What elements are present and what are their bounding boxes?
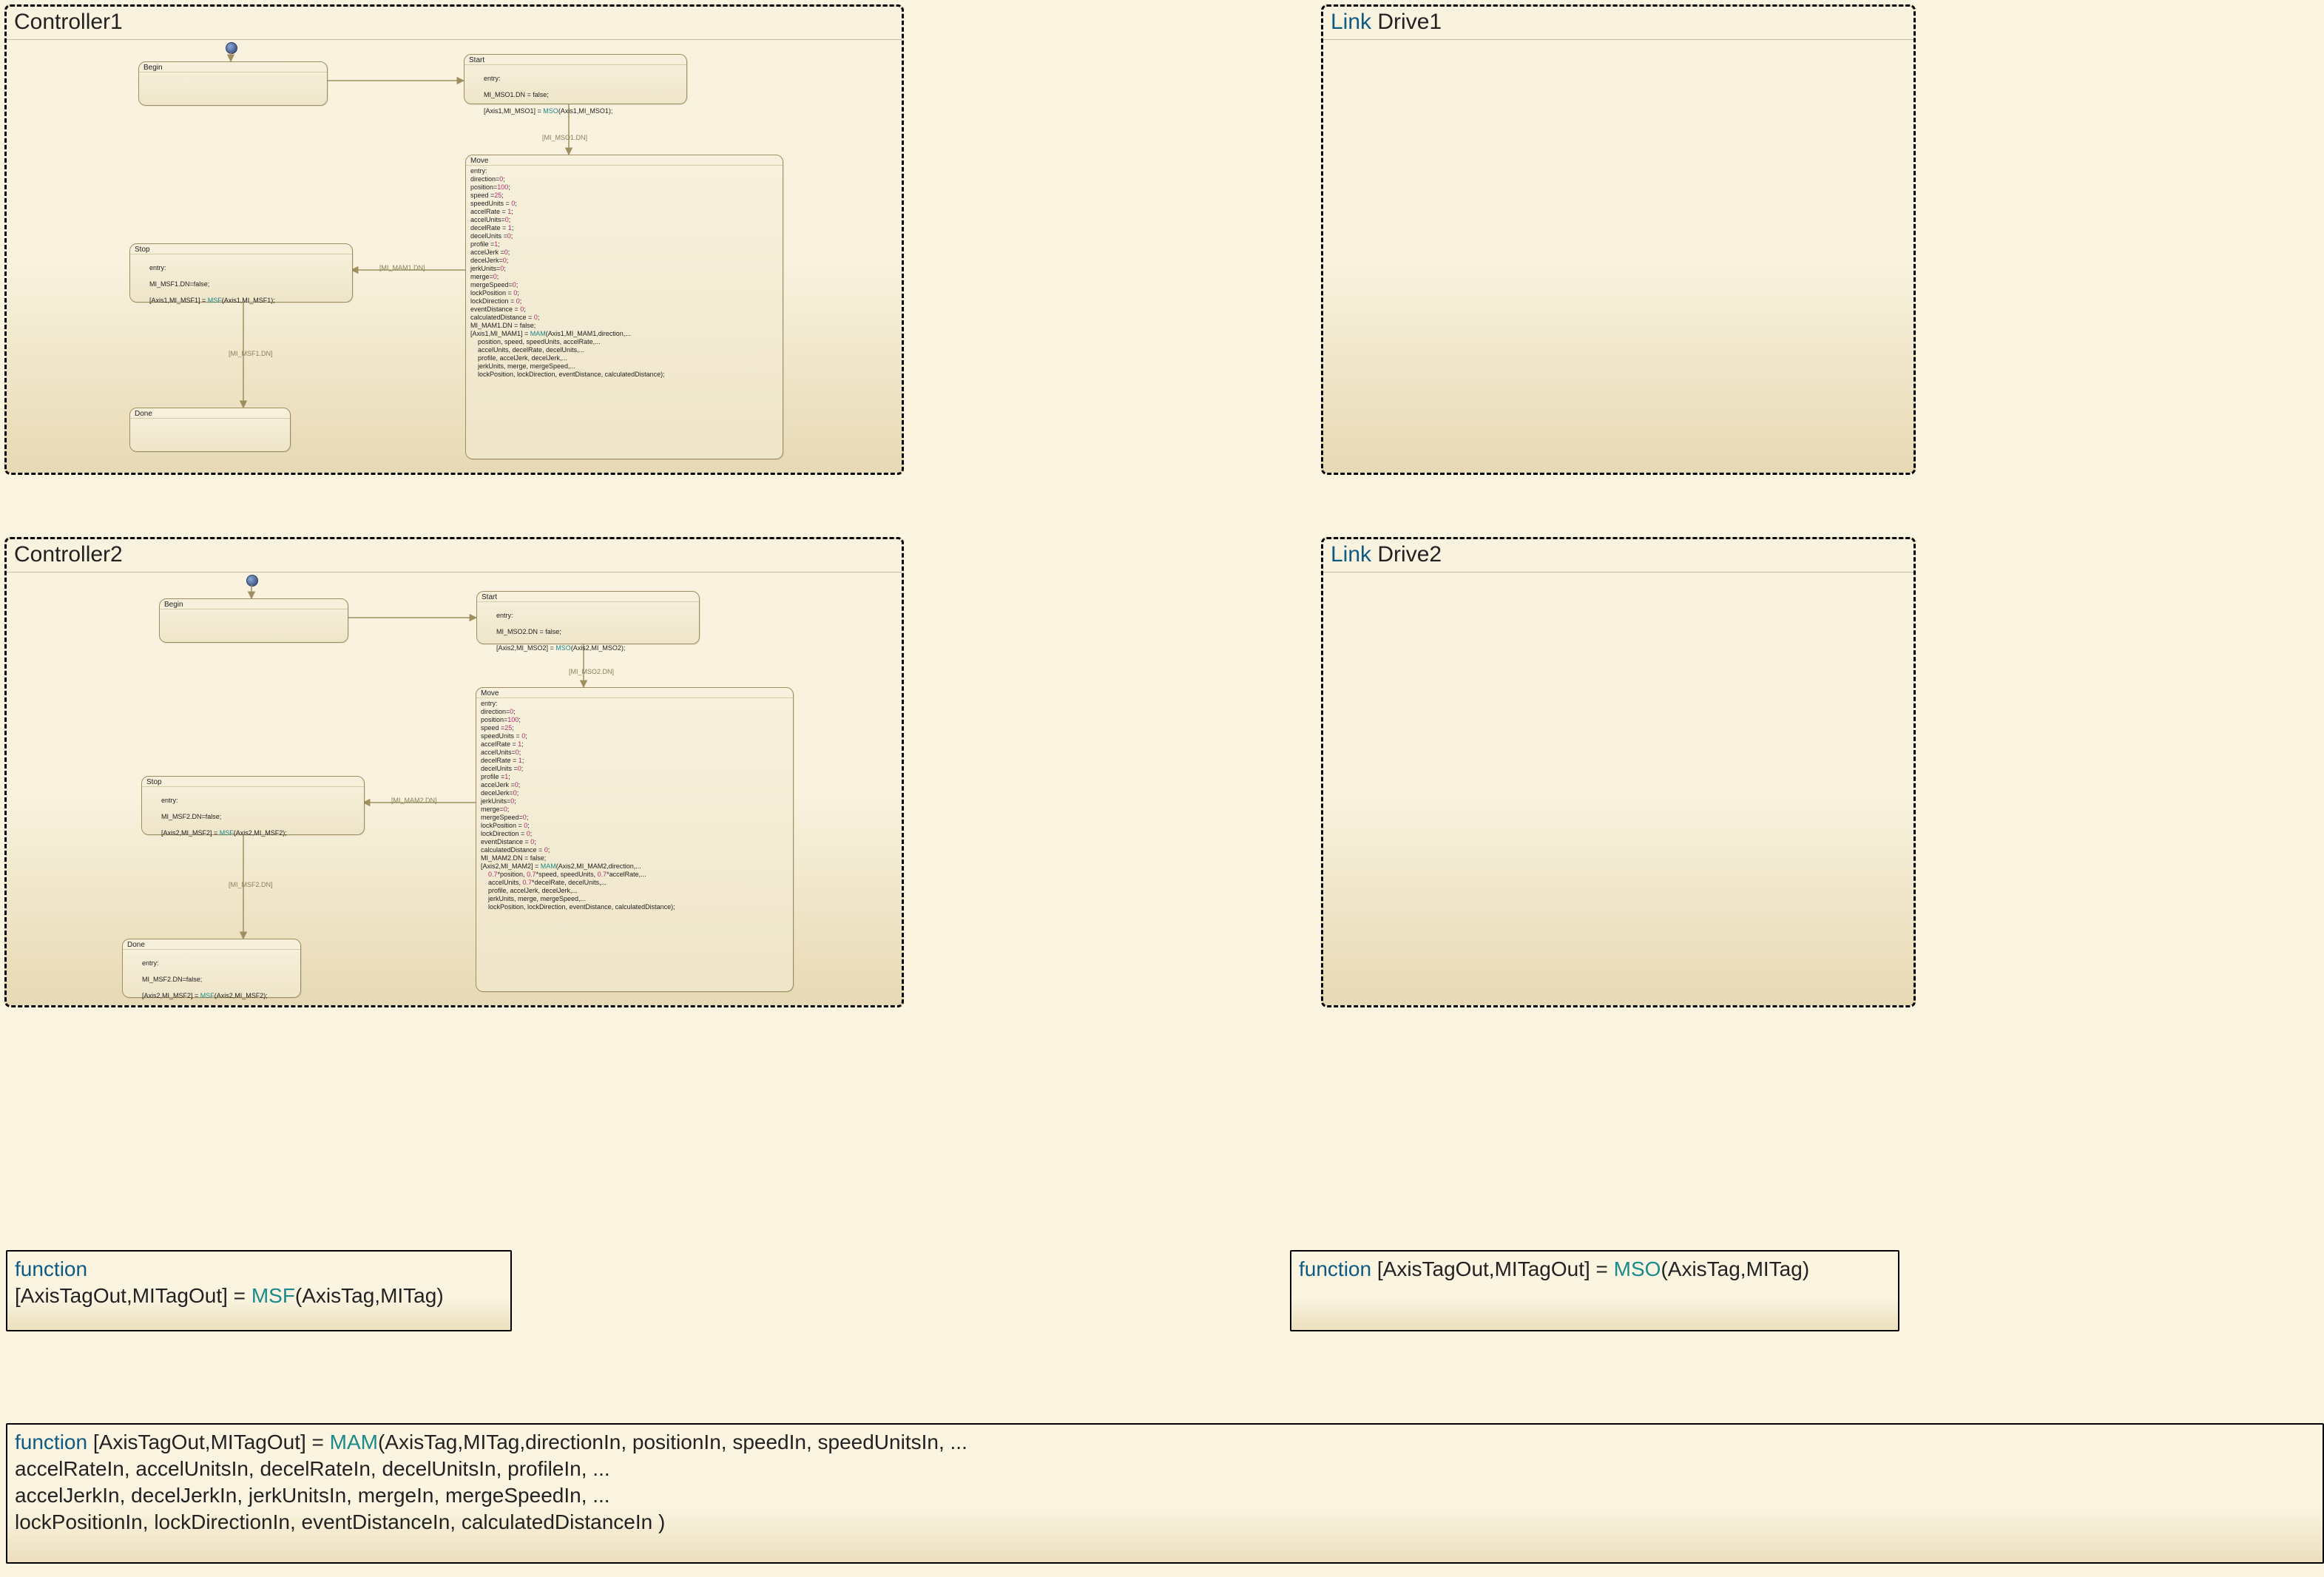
state-header: Done — [130, 408, 290, 419]
state-start[interactable]: Start entry: MI_MSO1.DN = false; [Axis1,… — [464, 54, 687, 104]
state-body: entry: MI_MSO1.DN = false; [Axis1,MI_MSO… — [465, 65, 686, 126]
chart-drive2: Link Drive2 — [1321, 537, 1916, 1007]
chart-controller1: Controller1 Begin Start — [4, 4, 904, 475]
state-stop[interactable]: Stop entry: MI_MSF1.DN=false; [Axis1,MI_… — [129, 243, 353, 303]
state-body: entry: MI_MSF2.DN=false; [Axis2,MI_MSF2]… — [123, 950, 300, 1011]
transition-label: [MI_MSO1.DN] — [542, 134, 587, 141]
transition-label: [MI_MAM1.DN] — [379, 264, 425, 271]
chart-title: Link Drive2 — [1331, 542, 1442, 567]
title-rule — [1323, 39, 1913, 40]
state-body: entry: MI_MSF1.DN=false; [Axis1,MI_MSF1]… — [130, 254, 352, 316]
state-begin[interactable]: Begin — [159, 598, 348, 643]
state-header: Start — [477, 592, 699, 602]
state-header: Stop — [130, 244, 352, 254]
state-done[interactable]: Done entry: MI_MSF2.DN=false; [Axis2,MI_… — [122, 939, 301, 998]
state-body: entry: MI_MSO2.DN = false; [Axis2,MI_MSO… — [477, 602, 699, 663]
transition-label: [MI_MSO2.DN] — [569, 668, 614, 675]
state-body: entry: MI_MSF2.DN=false; [Axis2,MI_MSF2]… — [142, 787, 364, 848]
chart-controller2: Controller2 Begin Start entry: MI_MSO2.D… — [4, 537, 904, 1007]
state-header: Move — [466, 155, 783, 166]
function-mso[interactable]: function [AxisTagOut,MITagOut] = MSO(Axi… — [1290, 1250, 1899, 1331]
function-msf[interactable]: function [AxisTagOut,MITagOut] = MSF(Axi… — [6, 1250, 512, 1331]
title-rule — [1323, 572, 1913, 573]
state-done[interactable]: Done — [129, 408, 291, 452]
initial-state-icon — [226, 42, 237, 54]
diagram-canvas: Controller1 Begin Start — [0, 0, 2324, 1577]
title-rule — [7, 572, 902, 573]
transition-label: [MI_MAM2.DN] — [391, 797, 437, 804]
state-stop[interactable]: Stop entry: MI_MSF2.DN=false; [Axis2,MI_… — [141, 776, 365, 835]
state-header: Move — [476, 688, 793, 698]
state-header: Start — [465, 55, 686, 65]
state-start[interactable]: Start entry: MI_MSO2.DN = false; [Axis2,… — [476, 591, 700, 644]
function-mam[interactable]: function [AxisTagOut,MITagOut] = MAM(Axi… — [6, 1423, 2324, 1564]
state-header: Begin — [160, 599, 348, 609]
state-move[interactable]: Move entry:direction=0;position=100;spee… — [476, 687, 794, 992]
title-rule — [7, 39, 902, 40]
state-header: Begin — [139, 62, 327, 72]
chart-title: Link Drive1 — [1331, 10, 1442, 35]
state-move[interactable]: Move entry:direction=0;position=100;spee… — [465, 155, 783, 459]
transition-label: [MI_MSF1.DN] — [229, 350, 273, 357]
state-header: Done — [123, 939, 300, 950]
state-body: entry:direction=0;position=100;speed =25… — [476, 698, 793, 914]
state-header: Stop — [142, 777, 364, 787]
chart-title: Controller2 — [14, 542, 123, 567]
state-body: entry:direction=0;position=100;speed =25… — [466, 166, 783, 382]
chart-drive1: Link Drive1 — [1321, 4, 1916, 475]
transition-label: [MI_MSF2.DN] — [229, 881, 273, 888]
state-begin[interactable]: Begin — [138, 61, 328, 106]
initial-state-icon — [246, 575, 258, 587]
chart-title: Controller1 — [14, 10, 123, 35]
